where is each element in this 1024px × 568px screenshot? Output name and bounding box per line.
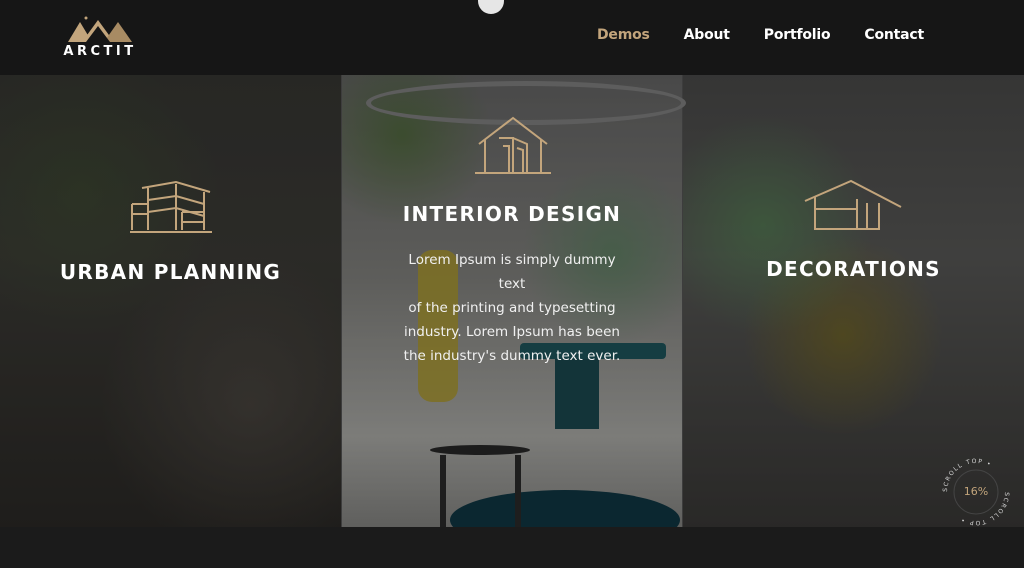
site-header: ARCTIT Demos About Portfolio Contact xyxy=(0,0,1024,75)
scroll-percent: 16% xyxy=(963,485,989,498)
indicator-dot xyxy=(478,0,504,14)
nav-demos[interactable]: Demos xyxy=(597,27,650,43)
logo[interactable]: ARCTIT xyxy=(56,14,144,62)
logo-text: ARCTIT xyxy=(63,44,137,59)
logo-roof-icon xyxy=(68,16,132,42)
nav-portfolio[interactable]: Portfolio xyxy=(764,27,831,43)
scroll-top-button[interactable]: SCROLL TOP • SCROLL TOP • 16% xyxy=(940,456,1012,528)
main-nav: Demos About Portfolio Contact xyxy=(597,27,924,43)
service-title-decorations: DECORATIONS xyxy=(766,257,941,281)
nav-contact[interactable]: Contact xyxy=(864,27,924,43)
house-outline-icon xyxy=(804,179,902,230)
nav-about[interactable]: About xyxy=(684,27,730,43)
house-interior-icon xyxy=(475,116,551,174)
building-icon xyxy=(130,180,212,233)
services-hero: URBAN PLANNING INTERIOR DESIGN Lorem Ips… xyxy=(0,75,1024,527)
service-description-interior-design: Lorem Ipsum is simply dummy text of the … xyxy=(403,252,621,364)
footer-bar xyxy=(0,527,1024,568)
service-title-urban-planning: URBAN PLANNING xyxy=(59,260,282,284)
service-title-interior-design: INTERIOR DESIGN xyxy=(402,202,622,226)
